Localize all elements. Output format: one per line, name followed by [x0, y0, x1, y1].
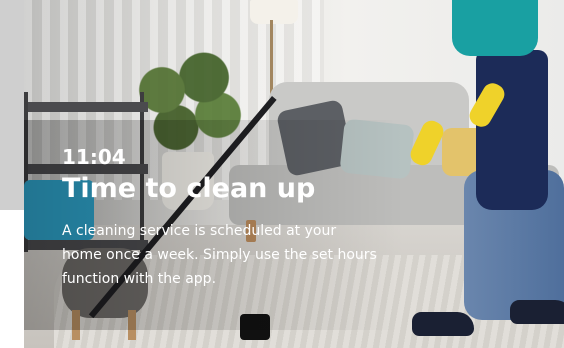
shoe-left	[412, 312, 474, 336]
left-panel	[0, 210, 24, 348]
person-apron	[476, 50, 548, 210]
page: 11:04 Time to clean up A cleaning servic…	[0, 0, 564, 348]
time-display: 11:04	[62, 145, 126, 169]
cart-shelf	[28, 102, 148, 112]
floor-lamp-shade	[250, 0, 298, 24]
person-shirt	[452, 0, 538, 56]
hero-title: Time to clean up	[62, 173, 316, 204]
shoe-right	[510, 300, 564, 324]
hero-text-block: 11:04 Time to clean up A cleaning servic…	[62, 145, 382, 291]
hero-description: A cleaning service is scheduled at your …	[62, 223, 377, 287]
